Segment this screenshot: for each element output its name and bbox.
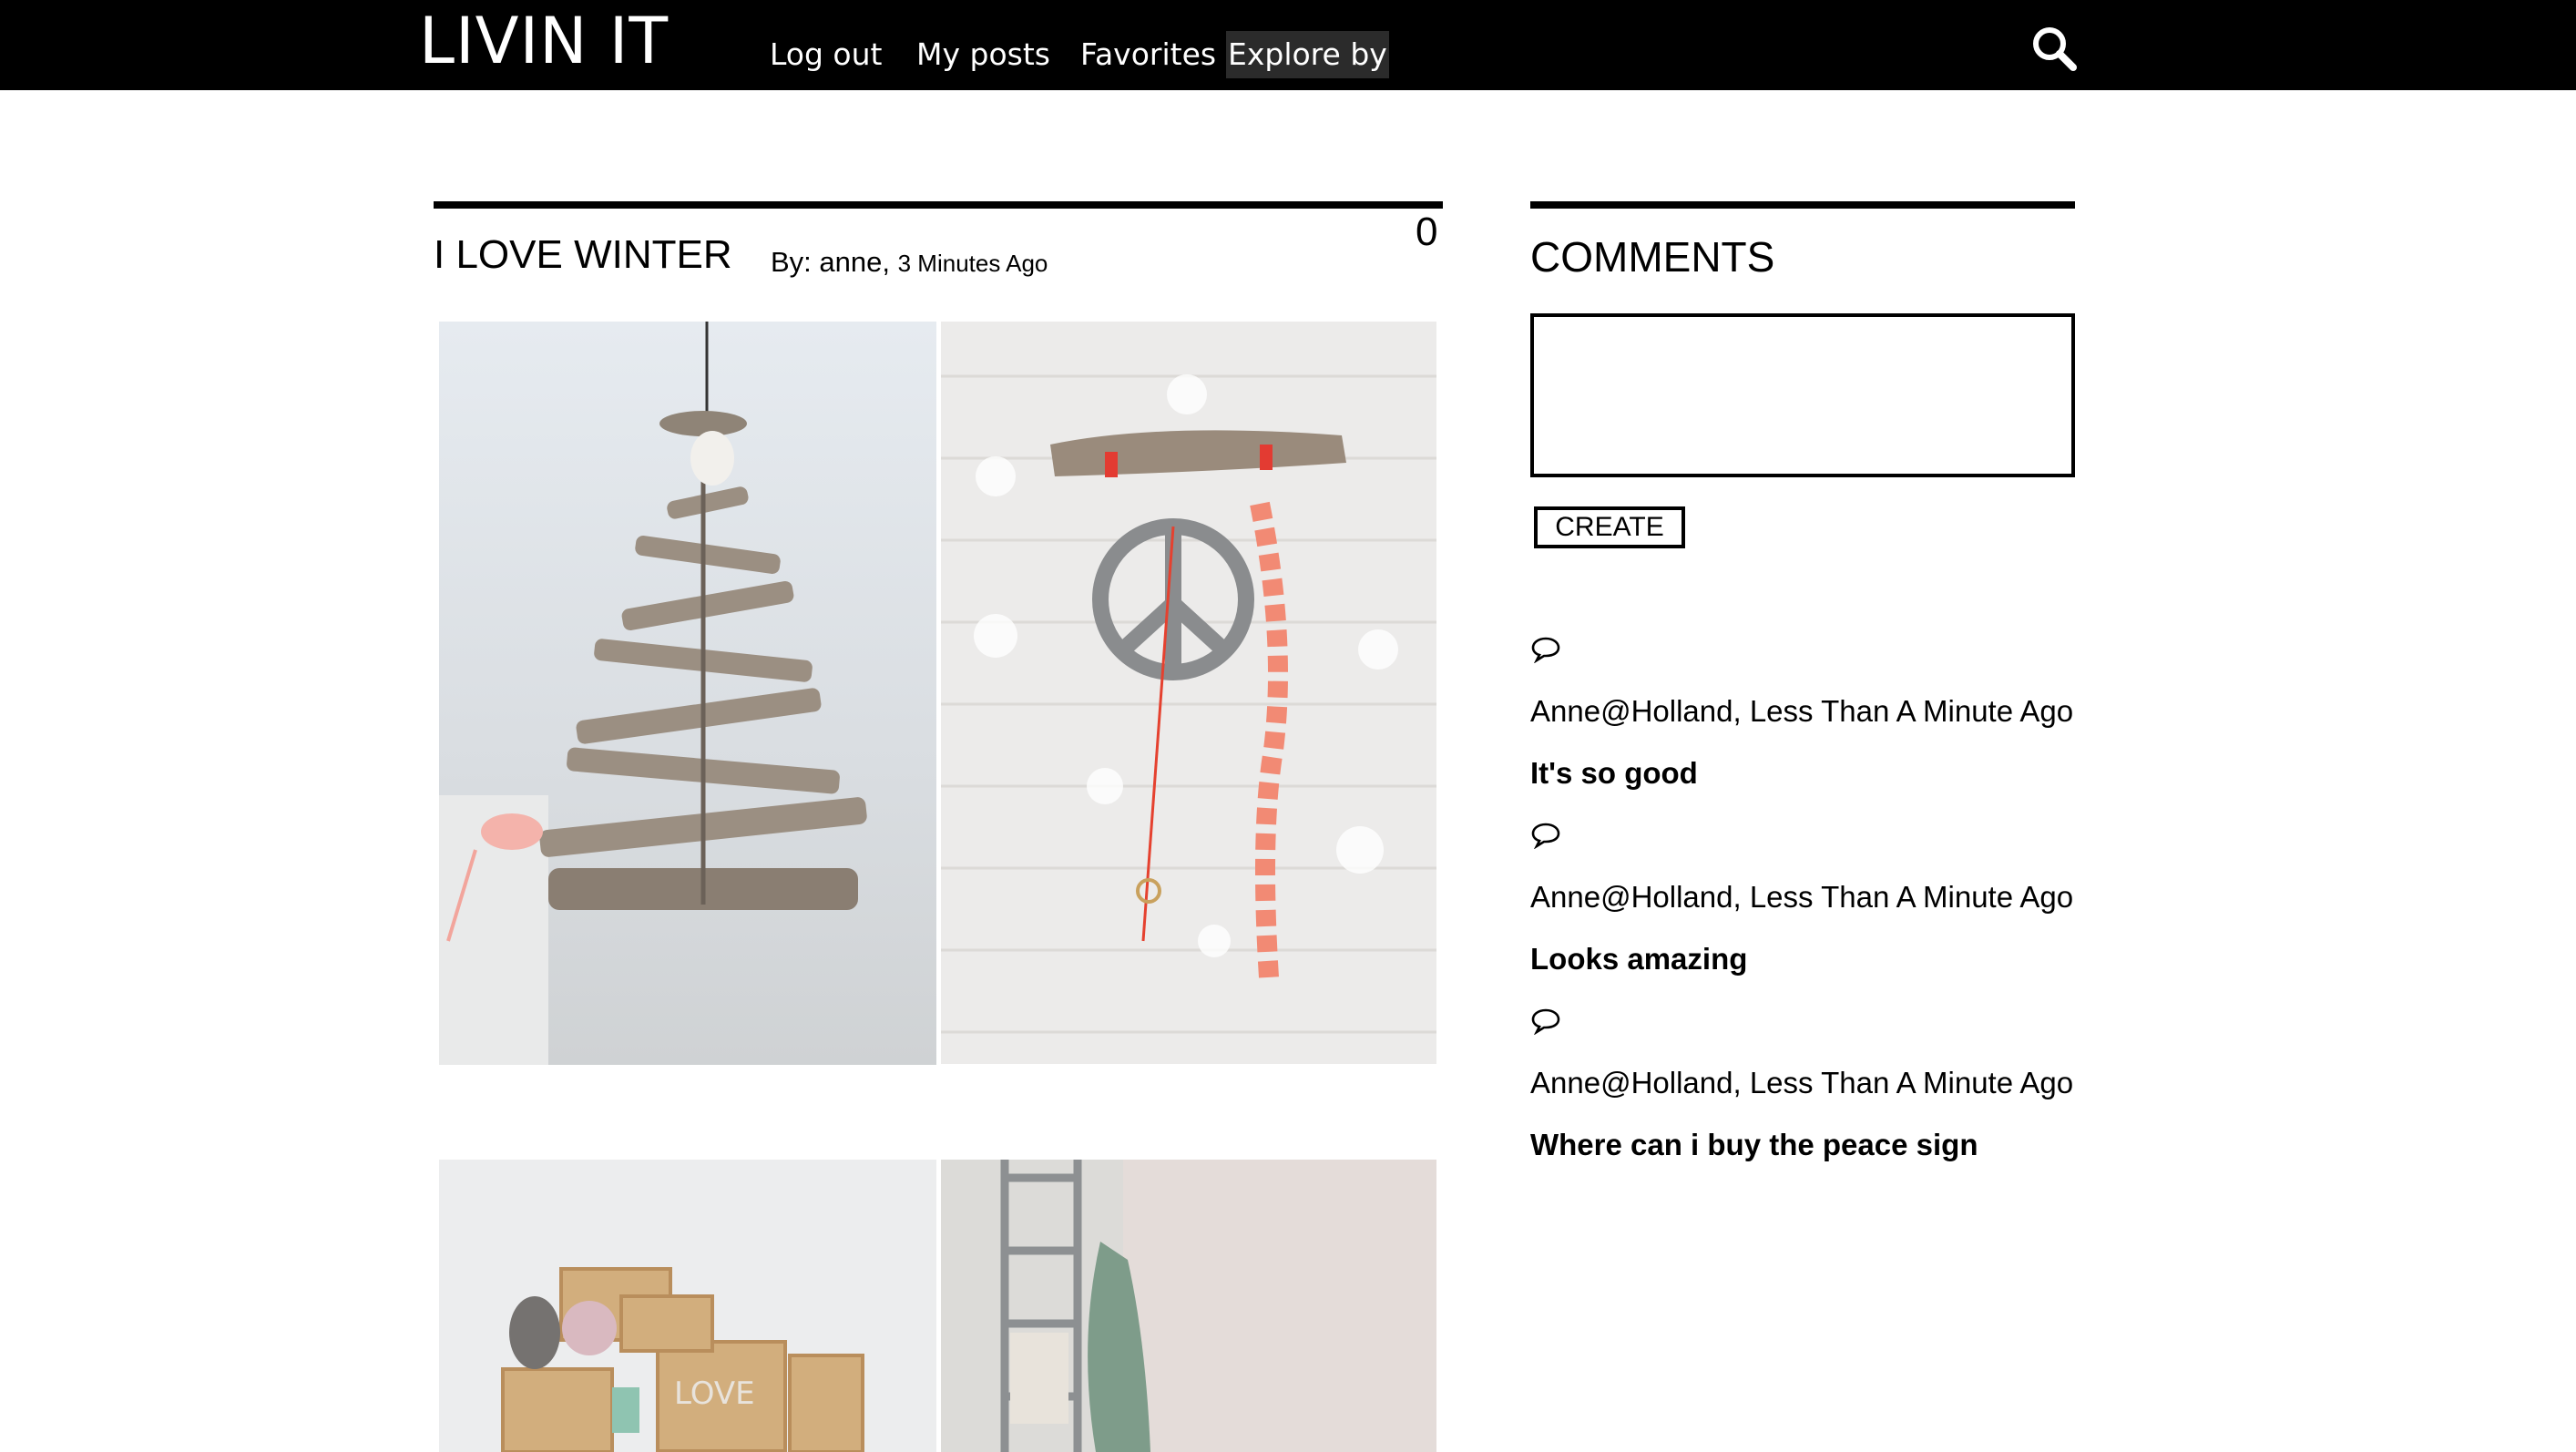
- search-icon: [2033, 27, 2077, 71]
- comment-meta: Anne@Holland, Less Than A Minute Ago: [1530, 880, 2074, 914]
- nav-favorites[interactable]: Favorites: [1080, 31, 1216, 78]
- post-meta: By: anne, 3 Minutes Ago: [771, 246, 1048, 279]
- comment-meta: Anne@Holland, Less Than A Minute Ago: [1530, 1066, 2074, 1099]
- post-author[interactable]: By: anne,: [771, 246, 890, 278]
- top-navigation-bar: LIVIN IT Log out My posts Favorites Expl…: [0, 0, 2576, 90]
- comments-title: COMMENTS: [1530, 233, 1775, 281]
- post-title: I LOVE WINTER: [434, 232, 732, 277]
- speech-bubble-icon: [1531, 1008, 1560, 1035]
- photo-ladder-towels[interactable]: [941, 1160, 1436, 1452]
- post-time-ago: 3 Minutes Ago: [897, 250, 1048, 277]
- comment-text: Looks amazing: [1530, 942, 1748, 976]
- comments-top-rule: [1530, 201, 2075, 209]
- post-like-count[interactable]: 0: [1416, 210, 1437, 255]
- comment-text: It's so good: [1530, 756, 1698, 790]
- photo-driftwood-tree[interactable]: [439, 322, 936, 1065]
- nav-log-out[interactable]: Log out: [770, 31, 882, 78]
- svg-text:LOVE: LOVE: [674, 1375, 755, 1412]
- speech-bubble-icon: [1531, 823, 1560, 849]
- site-logo[interactable]: LIVIN IT: [419, 2, 669, 80]
- speech-bubble-icon: [1531, 637, 1560, 663]
- comment-text: Where can i buy the peace sign: [1530, 1128, 1978, 1161]
- photo-peace-sign[interactable]: [941, 322, 1436, 1064]
- photo-wooden-crates[interactable]: LOVE: [439, 1160, 936, 1452]
- nav-explore-by[interactable]: Explore by: [1226, 31, 1389, 78]
- comment-input[interactable]: [1530, 313, 2075, 477]
- comment-meta: Anne@Holland, Less Than A Minute Ago: [1530, 694, 2074, 728]
- nav-my-posts[interactable]: My posts: [916, 31, 1050, 78]
- search-button[interactable]: [2029, 24, 2079, 73]
- post-top-rule: [434, 201, 1443, 209]
- create-comment-button[interactable]: CREATE: [1534, 506, 1685, 548]
